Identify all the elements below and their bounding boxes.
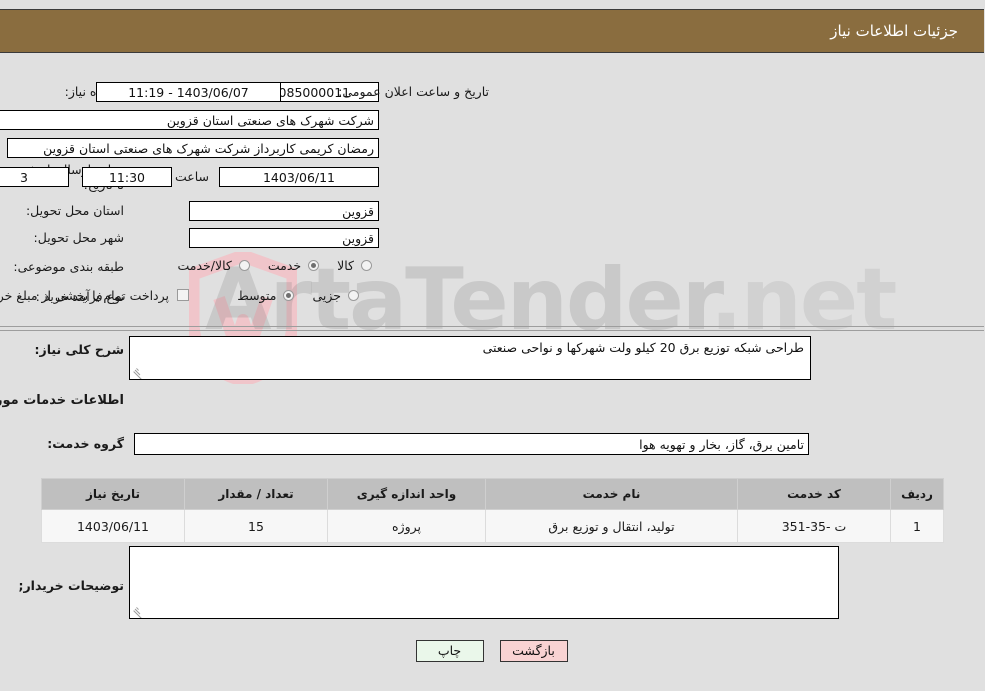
services-table: ردیف کد خدمت نام خدمت واحد اندازه گیری ت… (42, 478, 945, 543)
general-description-label: شرح کلی نیاز: (35, 342, 125, 357)
public-announce-value: 1403/06/07 - 11:19 (97, 82, 282, 102)
print-button[interactable]: چاپ (416, 640, 485, 662)
col-need-date: تاریخ نیاز (42, 478, 186, 510)
process-radio-group[interactable]: جزیی متوسط (224, 288, 360, 303)
public-announce-label: تاریخ و ساعت اعلان عمومی: (339, 84, 490, 99)
radio-category-khedmat[interactable] (309, 260, 321, 271)
services-section-heading: اطلاعات خدمات مورد نیاز (0, 393, 125, 408)
radio-process-motavaset-label: متوسط (238, 288, 278, 303)
resize-grip-icon (133, 366, 145, 379)
creator-value: رمضان کریمی کاربرداز شرکت شهرک های صنعتی… (8, 138, 380, 158)
col-service-code: کد خدمت (738, 478, 892, 510)
radio-category-kala-khedmat[interactable] (239, 260, 251, 271)
col-row-no: ردیف (891, 478, 945, 510)
radio-process-jozii[interactable] (349, 290, 360, 301)
cell-need-date: 1403/06/11 (42, 509, 186, 543)
treasury-checkbox[interactable] (178, 289, 190, 301)
col-quantity: تعداد / مقدار (185, 478, 329, 510)
general-description-value: طراحی شبکه توزیع برق 20 کیلو ولت شهرکها … (483, 340, 805, 355)
radio-category-khedmat-label: خدمت (268, 258, 303, 273)
category-label-row: طبقه بندی موضوعی: (14, 259, 125, 274)
content-panel: شماره نیاز: 1103001085000011 تاریخ و ساع… (0, 54, 985, 691)
col-service-name: نام خدمت (486, 478, 739, 510)
radio-category-kala[interactable] (362, 260, 373, 271)
province-label: استان محل تحویل: (26, 203, 125, 218)
province-label-row: استان محل تحویل: (27, 203, 125, 218)
service-group-value: تامین برق، گاز، بخار و تهویه هوا (135, 433, 810, 455)
back-button[interactable]: بازگشت (500, 640, 569, 662)
cell-quantity: 15 (185, 509, 329, 543)
table-header-row: ردیف کد خدمت نام خدمت واحد اندازه گیری ت… (42, 478, 945, 510)
category-radio-group[interactable]: کالا خدمت کالا/خدمت (164, 258, 373, 273)
page-title: جزئیات اطلاعات نیاز (831, 22, 959, 40)
buyer-org-value: شرکت شهرک های صنعتی استان قزوین (0, 110, 380, 130)
buyer-notes-textarea[interactable] (130, 546, 840, 619)
section-divider-top (0, 326, 985, 327)
radio-process-motavaset[interactable] (284, 290, 296, 301)
category-label: طبقه بندی موضوعی: (14, 259, 125, 274)
cell-unit: پروژه (328, 509, 487, 543)
remaining-days-value: 3 (0, 167, 70, 187)
table-row: 1 ت -35-351 تولید، انتقال و توزیع برق پر… (42, 509, 945, 543)
section-divider-bottom (0, 330, 985, 331)
radio-process-jozii-label: جزیی (313, 288, 342, 303)
deadline-time-value: 11:30 (83, 167, 173, 187)
public-announce-label-row: تاریخ و ساعت اعلان عمومی: (339, 84, 490, 99)
buyer-notes-label: توضیحات خریدار; (19, 578, 125, 593)
hour-label: ساعت (175, 169, 210, 184)
general-description-textarea[interactable]: طراحی شبکه توزیع برق 20 کیلو ولت شهرکها … (130, 336, 812, 380)
resize-grip-icon-notes (133, 605, 145, 618)
city-label: شهر محل تحویل: (34, 230, 125, 245)
deadline-date-value: 1403/06/11 (220, 167, 380, 187)
cell-service-code: ت -35-351 (738, 509, 892, 543)
col-unit: واحد اندازه گیری (328, 478, 487, 510)
province-value: قزوین (190, 201, 380, 221)
cell-row-no: 1 (891, 509, 945, 543)
service-group-label: گروه خدمت: (48, 436, 125, 451)
page-header-bar: جزئیات اطلاعات نیاز (0, 9, 985, 53)
treasury-note-text: پرداخت تمام یا بخشی از مبلغ خرید،از محل … (0, 288, 170, 303)
radio-category-kala-khedmat-label: کالا/خدمت (178, 258, 233, 273)
city-value: قزوین (190, 228, 380, 248)
cell-service-name: تولید، انتقال و توزیع برق (486, 509, 739, 543)
city-label-row: شهر محل تحویل: (35, 230, 125, 245)
footer-button-bar: بازگشت چاپ (0, 640, 985, 662)
radio-category-kala-label: کالا (338, 258, 355, 273)
